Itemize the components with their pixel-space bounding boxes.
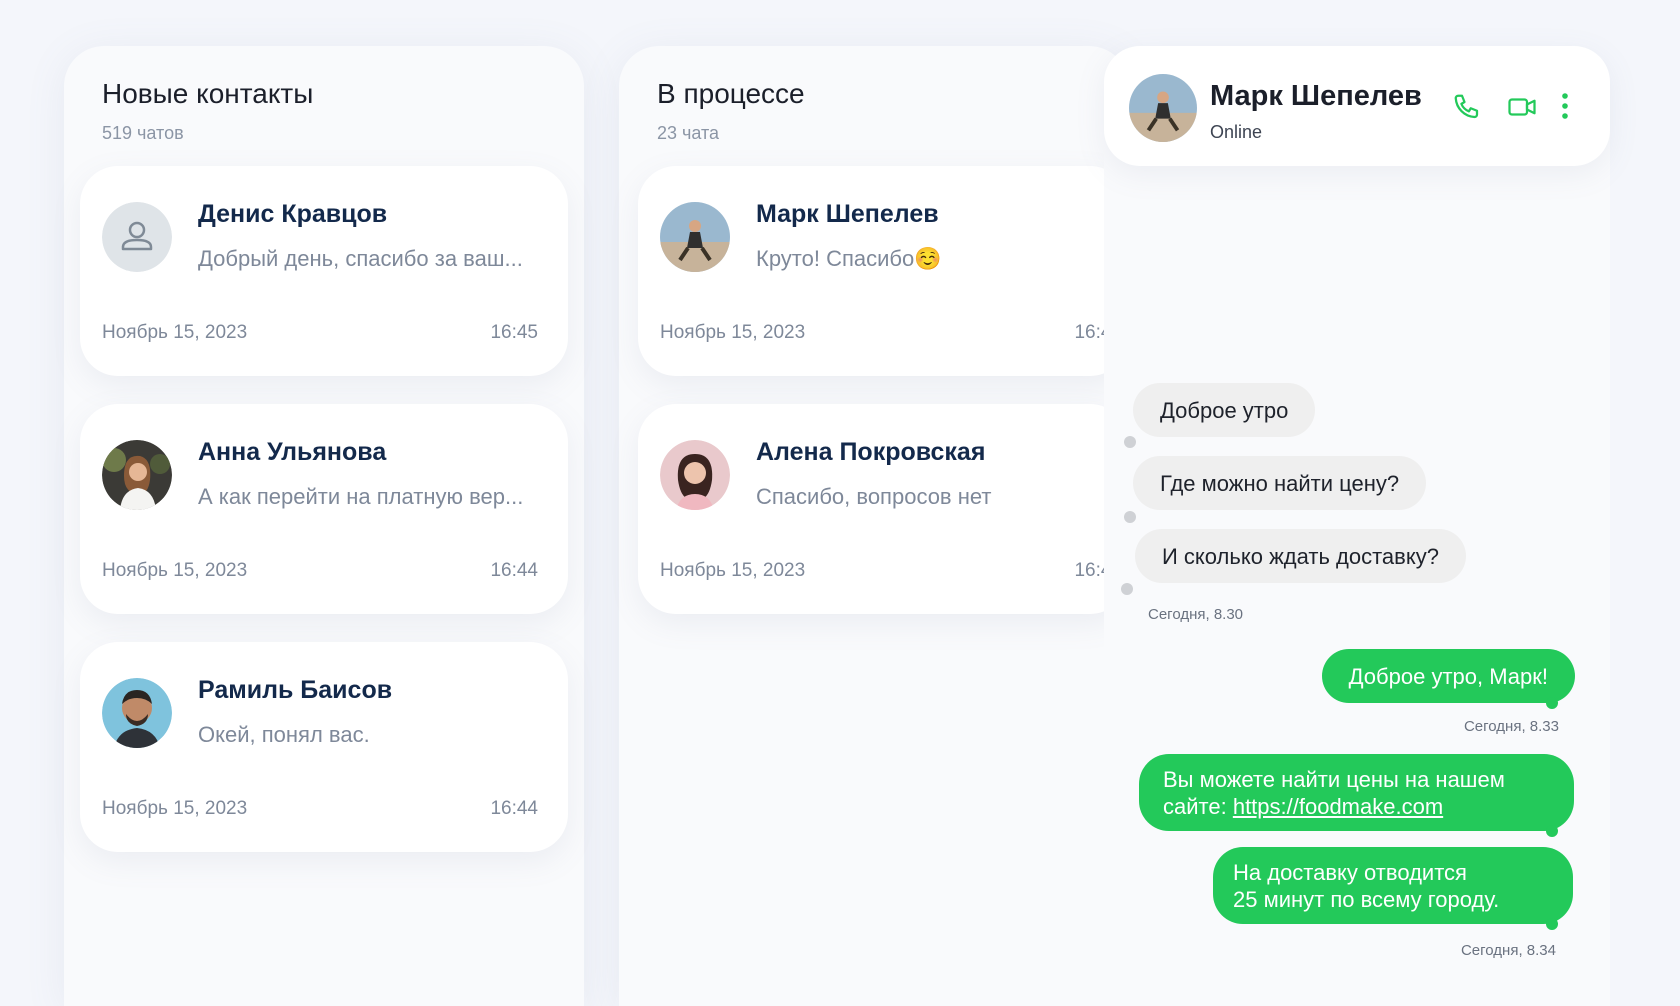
chat-card-anna[interactable]: Анна Ульянова А как перейти на платную в… bbox=[80, 404, 568, 614]
message-dot bbox=[1121, 583, 1133, 595]
message-list: Доброе утро Где можно найти цену? И скол… bbox=[1104, 46, 1610, 1006]
contact-name: Рамиль Баисов bbox=[198, 676, 393, 704]
message-timestamp: Сегодня, 8.33 bbox=[1463, 718, 1559, 735]
column-subtitle: 519 чатов bbox=[102, 123, 184, 143]
online-status: Online bbox=[1210, 122, 1263, 142]
chat-header: Марк Шепелев Online bbox=[1104, 46, 1610, 166]
column-in-progress: В процессе 23 чата Марк Шепелев Круто! С… bbox=[619, 46, 1129, 1006]
user-placeholder-icon bbox=[102, 202, 172, 272]
chat-card-ramil[interactable]: Рамиль Баисов Окей, понял вас. Ноябрь 15… bbox=[80, 642, 568, 852]
message-dot bbox=[1124, 511, 1136, 523]
contact-name: Марк Шепелев bbox=[756, 200, 939, 228]
avatar bbox=[660, 202, 730, 272]
chat-card-mark[interactable]: Марк Шепелев Круто! Спасибо☺️ Ноябрь 15,… bbox=[638, 166, 1128, 376]
contact-name: Денис Кравцов bbox=[198, 200, 388, 228]
more-vertical-icon[interactable] bbox=[1560, 92, 1580, 122]
column-subtitle: 23 чата bbox=[657, 123, 720, 143]
chat-contact-name: Марк Шепелев bbox=[1210, 80, 1422, 112]
outgoing-message: На доставку отводится 25 минут по всему … bbox=[1213, 847, 1573, 924]
message-dot bbox=[1546, 825, 1558, 837]
message-time: 16:44 bbox=[490, 560, 538, 581]
message-line: сайте: https://foodmake.com bbox=[1163, 793, 1550, 820]
incoming-message: Где можно найти цену? bbox=[1133, 456, 1427, 510]
message-date: Ноябрь 15, 2023 bbox=[102, 322, 248, 343]
contact-name: Анна Ульянова bbox=[198, 438, 387, 466]
incoming-message: Доброе утро bbox=[1133, 383, 1316, 437]
video-camera-icon[interactable] bbox=[1507, 92, 1537, 122]
message-line: Вы можете найти цены на нашем bbox=[1163, 767, 1505, 792]
site-link[interactable]: https://foodmake.com bbox=[1233, 794, 1443, 819]
chat-panel: Доброе утро Где можно найти цену? И скол… bbox=[1104, 46, 1610, 1006]
message-date: Ноябрь 15, 2023 bbox=[660, 322, 806, 343]
message-dot bbox=[1546, 697, 1558, 709]
column-title: Новые контакты bbox=[102, 78, 314, 109]
message-prefix: сайте: bbox=[1163, 794, 1233, 819]
message-dot bbox=[1546, 918, 1558, 930]
last-message: Окей, понял вас. bbox=[198, 722, 370, 747]
chat-card-denis[interactable]: Денис Кравцов Добрый день, спасибо за ва… bbox=[80, 166, 568, 376]
message-date: Ноябрь 15, 2023 bbox=[102, 560, 248, 581]
message-line: На доставку отводится bbox=[1233, 860, 1467, 885]
last-message: Добрый день, спасибо за ваш... bbox=[198, 246, 523, 271]
outgoing-message: Доброе утро, Марк! bbox=[1321, 649, 1575, 703]
message-timestamp: Сегодня, 8.30 bbox=[1148, 606, 1244, 623]
message-timestamp: Сегодня, 8.34 bbox=[1460, 942, 1556, 959]
avatar[interactable] bbox=[1129, 74, 1197, 142]
avatar bbox=[660, 440, 730, 510]
phone-icon[interactable] bbox=[1452, 92, 1482, 122]
incoming-message: И сколько ждать доставку? bbox=[1135, 529, 1466, 583]
message-line: 25 минут по всему городу. bbox=[1233, 887, 1500, 912]
message-date: Ноябрь 15, 2023 bbox=[660, 560, 806, 581]
last-message: А как перейти на платную вер... bbox=[198, 484, 524, 509]
message-dot bbox=[1124, 436, 1136, 448]
last-message: Спасибо, вопросов нет bbox=[756, 484, 992, 509]
outgoing-message: Вы можете найти цены на нашем сайте: htt… bbox=[1139, 754, 1574, 831]
chat-card-alena[interactable]: Алена Покровская Спасибо, вопросов нет Н… bbox=[638, 404, 1128, 614]
avatar bbox=[102, 678, 172, 748]
last-message: Круто! Спасибо☺️ bbox=[756, 246, 942, 271]
avatar bbox=[102, 440, 172, 510]
column-new-contacts: Новые контакты 519 чатов Денис Кравцов Д… bbox=[64, 46, 584, 1006]
column-title: В процессе bbox=[657, 78, 805, 109]
message-time: 16:45 bbox=[490, 322, 538, 343]
contact-name: Алена Покровская bbox=[756, 438, 986, 466]
message-time: 16:44 bbox=[490, 798, 538, 819]
message-date: Ноябрь 15, 2023 bbox=[102, 798, 248, 819]
